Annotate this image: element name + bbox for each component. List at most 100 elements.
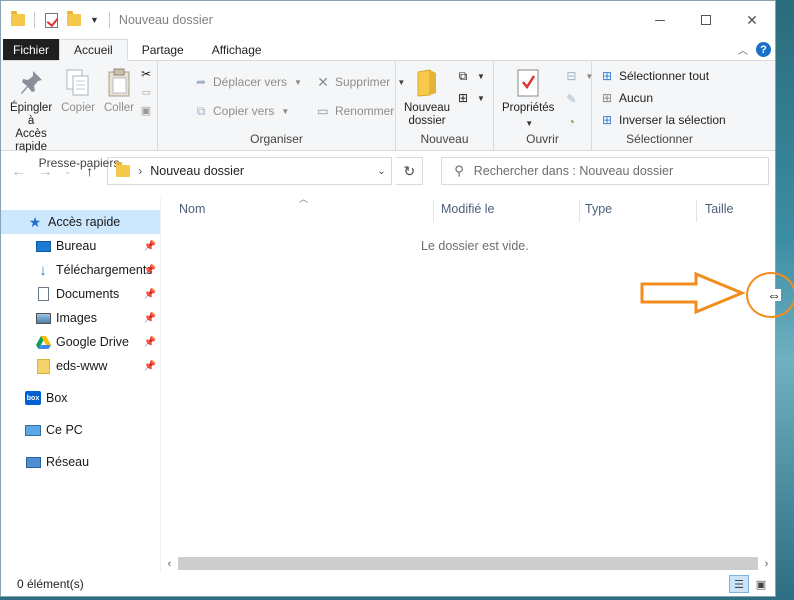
column-size[interactable]: Taille <box>699 202 734 222</box>
nav-item-images[interactable]: Images 📌 <box>1 306 160 330</box>
pin-icon[interactable]: 📌 <box>144 361 156 372</box>
tab-view[interactable]: Affichage <box>198 39 276 60</box>
pin-icon[interactable]: 📌 <box>144 265 156 276</box>
empty-folder-message: Le dossier est vide. <box>421 239 529 253</box>
close-button[interactable]: ✕ <box>729 1 775 39</box>
pin-icon[interactable]: 📌 <box>144 337 156 348</box>
desktop-icon <box>35 238 51 254</box>
move-to-icon: ➦ <box>195 75 207 89</box>
select-all-button[interactable]: ⊞ Sélectionner tout <box>600 67 726 85</box>
maximize-button[interactable] <box>683 1 729 39</box>
nav-network-label: Réseau <box>46 455 90 469</box>
cut-icon[interactable]: ✂ <box>139 67 153 81</box>
dropdown-arrow-icon: ▼ <box>477 71 485 81</box>
move-to-label: Déplacer vers <box>213 75 288 89</box>
search-icon: ⚲ <box>454 163 464 178</box>
nav-item-eds-www[interactable]: eds-www 📌 <box>1 354 160 378</box>
minimize-button[interactable] <box>637 1 683 39</box>
annotation-arrow <box>640 272 745 314</box>
star-icon: ★ <box>28 213 42 230</box>
divider <box>108 12 110 28</box>
nav-item-label: Bureau <box>56 239 97 253</box>
open-button[interactable]: ⊟ ▼ <box>564 67 593 85</box>
image-icon <box>35 310 51 326</box>
properties-label: Propriétés <box>502 102 555 114</box>
column-modified[interactable]: Modifié le <box>435 202 495 222</box>
navigation-pane: ★ Accès rapide Bureau 📌 ↓ Téléchargement… <box>1 198 161 596</box>
pin-icon[interactable]: 📌 <box>144 289 156 300</box>
new-folder-button[interactable]: Nouveau dossier <box>400 65 454 132</box>
select-none-button[interactable]: ⊞ Aucun <box>600 89 726 107</box>
edit-button[interactable]: ✎ <box>564 90 593 108</box>
nav-network[interactable]: Réseau <box>1 450 160 474</box>
edit-icon: ✎ <box>566 92 577 106</box>
pin-icon[interactable]: 📌 <box>144 313 156 324</box>
scroll-right-icon[interactable]: › <box>758 558 775 570</box>
pin-quick-access-button[interactable]: Épingler à Accès rapide <box>5 65 57 156</box>
tab-home[interactable]: Accueil <box>59 39 128 61</box>
download-icon: ↓ <box>39 261 47 279</box>
column-type[interactable]: Type <box>579 202 612 222</box>
tab-share[interactable]: Partage <box>128 39 198 60</box>
rename-label: Renommer <box>334 104 395 118</box>
nav-box[interactable]: box Box <box>1 386 160 410</box>
address-path[interactable]: Nouveau dossier <box>150 164 371 178</box>
select-all-icon: ⊞ <box>601 69 613 83</box>
details-view-button[interactable]: ☰ <box>729 575 749 593</box>
group-label-open: Ouvrir <box>526 132 559 146</box>
address-dropdown-icon[interactable]: ⌄ <box>371 166 391 177</box>
move-to-button[interactable]: ➦ Déplacer vers ▼ <box>194 73 302 91</box>
search-input[interactable] <box>473 164 768 178</box>
large-icons-view-button[interactable]: ▣ <box>751 575 771 593</box>
paste-shortcut-icon[interactable]: ▣ <box>139 103 153 117</box>
nav-this-pc-label: Ce PC <box>46 423 83 437</box>
ribbon-tabs: Fichier Accueil Partage Affichage ︿ ? <box>1 39 775 61</box>
copy-to-button[interactable]: ⧉ Copier vers ▼ <box>194 102 302 120</box>
collapse-ribbon-icon[interactable]: ︿ <box>738 42 748 57</box>
network-icon <box>25 454 41 470</box>
properties-button[interactable]: Propriétés ▼ <box>498 65 558 132</box>
nav-this-pc[interactable]: Ce PC <box>1 418 160 442</box>
copy-to-icon: ⧉ <box>196 103 206 118</box>
copy-path-icon[interactable]: ▭ <box>139 85 153 99</box>
new-folder-quick-icon[interactable] <box>67 11 81 28</box>
horizontal-scrollbar[interactable]: ‹ › <box>161 555 775 572</box>
details-view-icon: ☰ <box>734 578 744 591</box>
delete-button[interactable]: ✕ Supprimer ▼ <box>316 73 405 91</box>
help-icon[interactable]: ? <box>756 42 771 57</box>
pin-icon[interactable]: 📌 <box>144 241 156 252</box>
new-item-button[interactable]: ⧉ ▼ <box>456 67 485 85</box>
copy-to-label: Copier vers <box>213 104 275 118</box>
group-label-new: Nouveau <box>420 132 469 146</box>
tab-file[interactable]: Fichier <box>3 39 60 60</box>
easy-access-button[interactable]: ⊞ ▼ <box>456 89 485 107</box>
nav-item-downloads[interactable]: ↓ Téléchargements 📌 <box>1 258 160 282</box>
scrollbar-thumb[interactable] <box>178 557 758 570</box>
refresh-button[interactable]: ↻ <box>396 157 424 185</box>
quick-access-dropdown-icon[interactable]: ▼ <box>90 15 99 25</box>
history-icon: ◔ <box>567 115 576 129</box>
scroll-left-icon[interactable]: ‹ <box>161 558 178 570</box>
paste-button[interactable]: Coller <box>99 65 139 156</box>
nav-item-google-drive[interactable]: Google Drive 📌 <box>1 330 160 354</box>
copy-button[interactable]: Copier <box>57 65 99 156</box>
nav-quick-access[interactable]: ★ Accès rapide <box>1 210 160 234</box>
invert-selection-button[interactable]: ⊞ Inverser la sélection <box>600 111 726 129</box>
group-select: ⊞ Sélectionner tout ⊞ Aucun ⊞ Inverser l… <box>592 61 727 150</box>
column-divider[interactable] <box>433 200 434 222</box>
nav-item-label: eds-www <box>56 359 108 373</box>
nav-box-label: Box <box>46 391 68 405</box>
new-folder-label-1: Nouveau <box>404 102 451 114</box>
group-label-organize: Organiser <box>250 132 303 146</box>
nav-item-documents[interactable]: Documents 📌 <box>1 282 160 306</box>
nav-item-desktop[interactable]: Bureau 📌 <box>1 234 160 258</box>
new-folder-label-2: dossier <box>408 115 446 127</box>
properties-quick-icon[interactable] <box>44 12 58 28</box>
column-divider[interactable] <box>696 200 697 222</box>
rename-button[interactable]: ▭ Renommer <box>316 102 405 120</box>
select-none-label: Aucun <box>619 91 654 105</box>
close-icon: ✕ <box>746 11 758 28</box>
history-button[interactable]: ◔ <box>564 113 593 131</box>
invert-selection-icon: ⊞ <box>601 113 613 127</box>
column-name[interactable]: Nom <box>173 202 205 222</box>
